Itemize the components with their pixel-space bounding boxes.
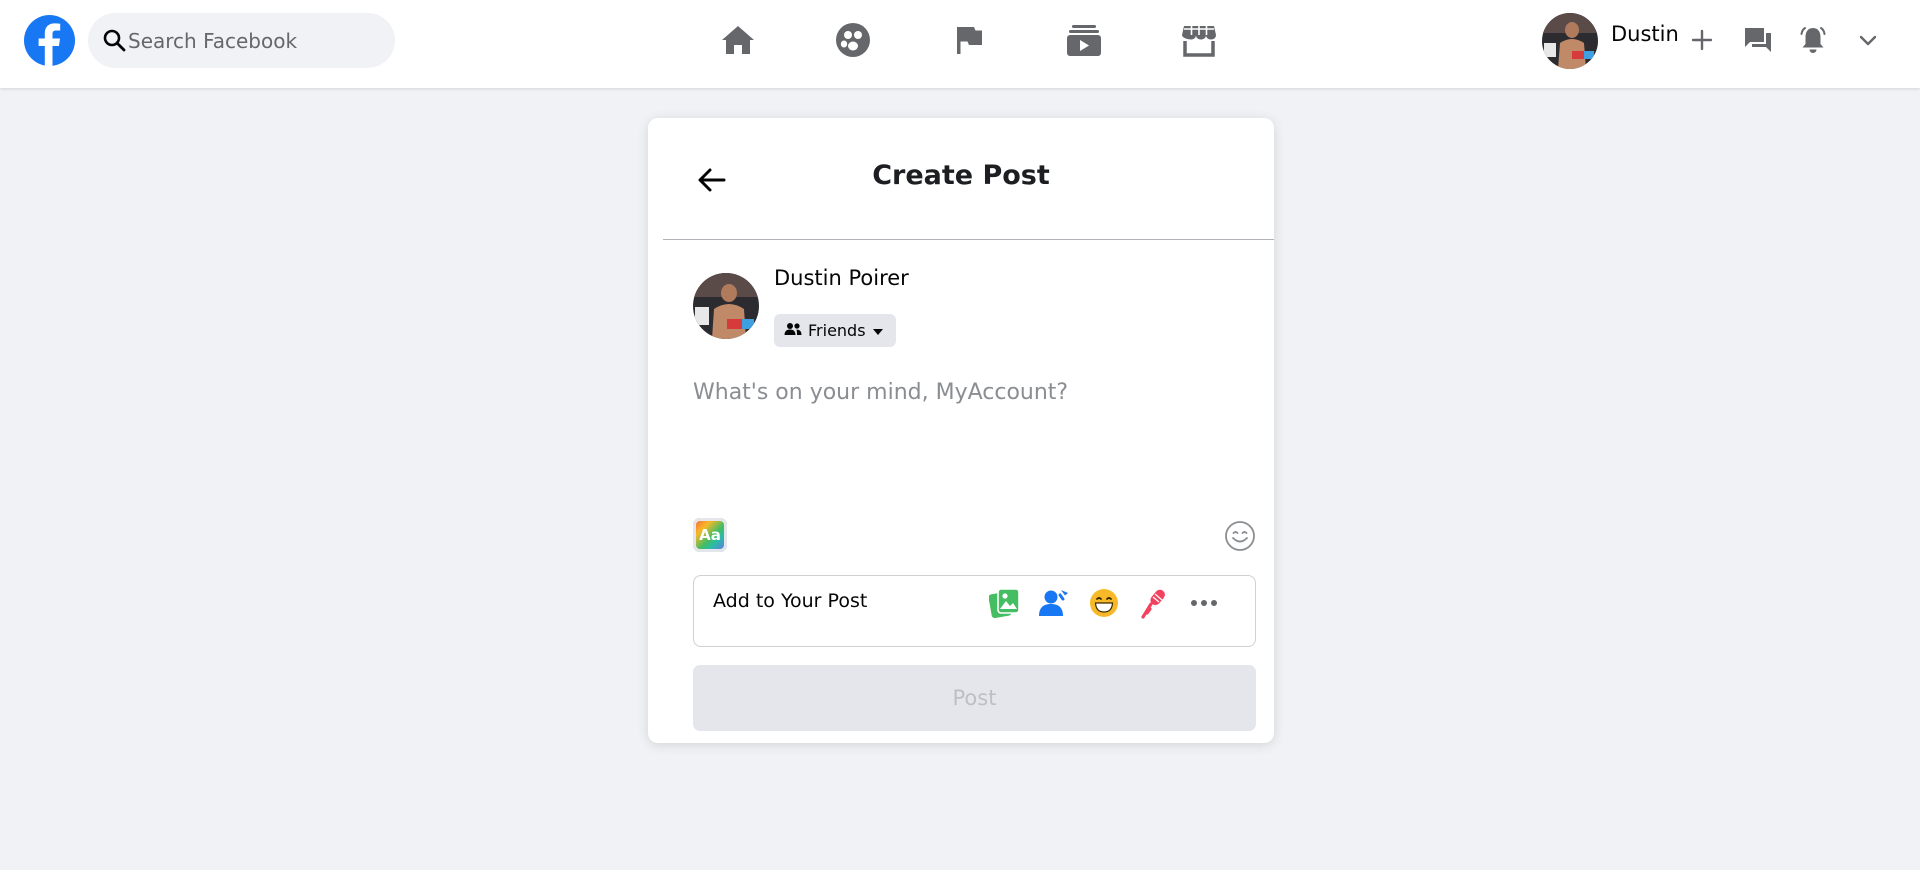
text-format-icon[interactable]: Aa — [693, 518, 727, 552]
friends-icon — [784, 321, 802, 340]
search-bar[interactable] — [88, 13, 395, 68]
watch-icon[interactable] — [1062, 18, 1106, 62]
flag-icon[interactable] — [947, 18, 991, 62]
tag-people-icon[interactable] — [1036, 585, 1072, 621]
caret-down-icon — [872, 321, 884, 340]
more-icon[interactable] — [1186, 585, 1222, 621]
groups-icon[interactable] — [831, 18, 875, 62]
messenger-icon[interactable] — [1740, 22, 1776, 58]
home-icon[interactable] — [716, 18, 760, 62]
photo-video-icon[interactable] — [987, 585, 1023, 621]
create-post-dialog: Create Post Dustin Poirer Friends What's… — [648, 118, 1274, 743]
profile-name[interactable]: Dustin — [1611, 22, 1679, 46]
add-to-post-label: Add to Your Post — [713, 590, 868, 612]
post-button[interactable]: Post — [693, 665, 1256, 731]
top-navigation-bar: Dustin — [0, 0, 1920, 88]
audience-selector[interactable]: Friends — [774, 314, 896, 347]
post-text-input[interactable] — [693, 380, 1253, 480]
chevron-down-icon[interactable] — [1850, 22, 1886, 58]
plus-icon[interactable] — [1684, 22, 1720, 58]
live-video-icon[interactable] — [1136, 585, 1172, 621]
emoji-icon[interactable] — [1224, 520, 1256, 552]
add-to-post-bar: Add to Your Post — [693, 575, 1256, 647]
search-icon — [102, 28, 126, 56]
author-avatar — [693, 273, 759, 339]
search-input[interactable] — [128, 13, 383, 68]
divider — [663, 239, 1274, 240]
marketplace-icon[interactable] — [1177, 18, 1221, 62]
feeling-icon[interactable] — [1086, 585, 1122, 621]
facebook-logo-icon[interactable] — [24, 15, 75, 66]
author-name: Dustin Poirer — [774, 266, 909, 290]
notifications-icon[interactable] — [1795, 22, 1831, 58]
audience-label: Friends — [808, 321, 866, 340]
text-format-label: Aa — [699, 526, 721, 544]
avatar[interactable] — [1542, 13, 1598, 69]
dialog-title: Create Post — [872, 160, 1050, 191]
